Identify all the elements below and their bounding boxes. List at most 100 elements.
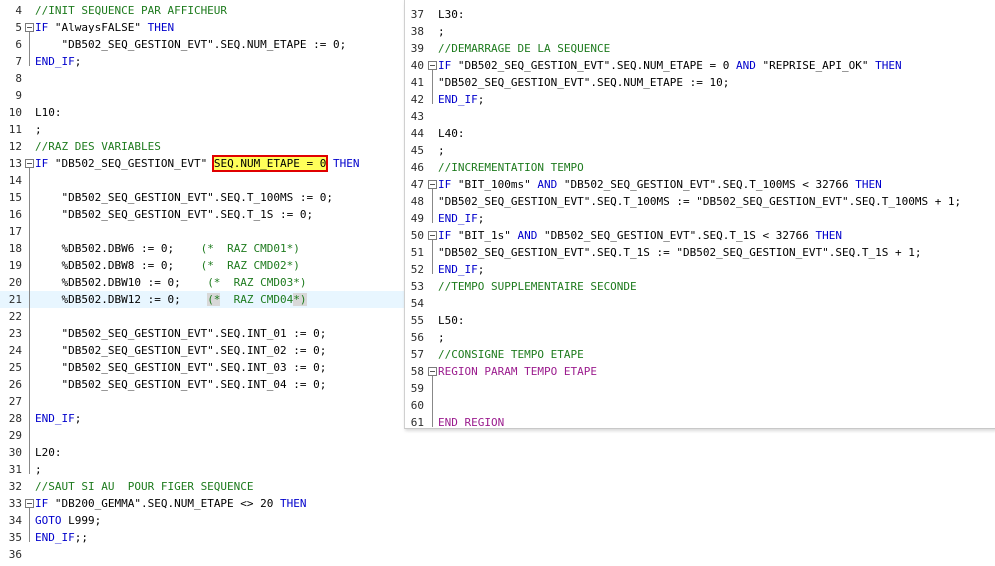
code-line[interactable]: 18 %DB502.DBW6 := 0; (* RAZ CMD01*): [0, 240, 404, 257]
code-text[interactable]: //CONSIGNE TEMPO ETAPE: [438, 346, 584, 363]
code-line[interactable]: 43: [405, 108, 995, 125]
code-line[interactable]: 56;: [405, 329, 995, 346]
code-line[interactable]: 12 //RAZ DES VARIABLES: [0, 138, 404, 155]
code-line[interactable]: 28 END_IF;: [0, 410, 404, 427]
code-text[interactable]: IF "AlwaysFALSE" THEN: [35, 19, 174, 36]
code-text[interactable]: ;: [438, 142, 445, 159]
code-line[interactable]: 46 //INCREMENTATION TEMPO: [405, 159, 995, 176]
code-line[interactable]: 47 IF "BIT_100ms" AND "DB502_SEQ_GESTION_…: [405, 176, 995, 193]
code-text[interactable]: "DB502_SEQ_GESTION_EVT".SEQ.INT_04 := 0;: [35, 376, 326, 393]
code-line[interactable]: 22: [0, 308, 404, 325]
code-text[interactable]: IF "BIT_100ms" AND "DB502_SEQ_GESTION_EV…: [438, 176, 882, 193]
code-text[interactable]: L50:: [438, 312, 465, 329]
code-line[interactable]: 21 %DB502.DBW12 := 0; (* RAZ CMD04*): [0, 291, 404, 308]
code-text[interactable]: "DB502_SEQ_GESTION_EVT".SEQ.T_1S := 0;: [35, 206, 313, 223]
code-line[interactable]: 51 "DB502_SEQ_GESTION_EVT".SEQ.T_1S := "D…: [405, 244, 995, 261]
code-text[interactable]: %DB502.DBW6 := 0; (* RAZ CMD01*): [35, 240, 299, 257]
code-line[interactable]: 5 IF "AlwaysFALSE" THEN: [0, 19, 404, 36]
highlighted-expression[interactable]: SEQ.NUM_ETAPE = 0: [211, 155, 329, 172]
code-text[interactable]: %DB502.DBW12 := 0; (* RAZ CMD04*): [35, 291, 307, 308]
code-line[interactable]: 48 "DB502_SEQ_GESTION_EVT".SEQ.T_100MS :=…: [405, 193, 995, 210]
code-line[interactable]: 40 IF "DB502_SEQ_GESTION_EVT".SEQ.NUM_ETA…: [405, 57, 995, 74]
code-text[interactable]: END_IF;: [438, 210, 484, 227]
code-line[interactable]: 14: [0, 172, 404, 189]
code-line[interactable]: 23 "DB502_SEQ_GESTION_EVT".SEQ.INT_01 :=…: [0, 325, 404, 342]
code-line[interactable]: 58 REGION PARAM TEMPO ETAPE: [405, 363, 995, 380]
code-line[interactable]: 26 "DB502_SEQ_GESTION_EVT".SEQ.INT_04 :=…: [0, 376, 404, 393]
code-text[interactable]: GOTO L999;: [35, 512, 101, 529]
code-text[interactable]: REGION PARAM TEMPO ETAPE: [438, 363, 597, 380]
code-text[interactable]: END_IF;: [438, 91, 484, 108]
code-text[interactable]: //TEMPO SUPPLEMENTAIRE SECONDE: [438, 278, 637, 295]
code-line[interactable]: 41 "DB502_SEQ_GESTION_EVT".SEQ.NUM_ETAPE …: [405, 74, 995, 91]
code-line[interactable]: 35 END_IF;;: [0, 529, 404, 546]
code-line[interactable]: 54: [405, 295, 995, 312]
code-line[interactable]: 7 END_IF;: [0, 53, 404, 70]
code-text[interactable]: "DB502_SEQ_GESTION_EVT".SEQ.NUM_ETAPE :=…: [438, 74, 729, 91]
code-line[interactable]: 6 "DB502_SEQ_GESTION_EVT".SEQ.NUM_ETAPE …: [0, 36, 404, 53]
code-text[interactable]: L40:: [438, 125, 465, 142]
code-text[interactable]: L10:: [35, 104, 62, 121]
fold-toggle-icon[interactable]: [25, 499, 34, 508]
code-line[interactable]: 53 //TEMPO SUPPLEMENTAIRE SECONDE: [405, 278, 995, 295]
code-line[interactable]: 36: [0, 546, 404, 563]
code-text[interactable]: //INCREMENTATION TEMPO: [438, 159, 584, 176]
code-text[interactable]: "DB502_SEQ_GESTION_EVT".SEQ.NUM_ETAPE :=…: [35, 36, 346, 53]
code-text[interactable]: "DB502_SEQ_GESTION_EVT".SEQ.INT_03 := 0;: [35, 359, 326, 376]
code-line[interactable]: 61 END_REGION: [405, 414, 995, 428]
code-text[interactable]: "DB502_SEQ_GESTION_EVT".SEQ.T_1S := "DB5…: [438, 244, 921, 261]
code-line[interactable]: 38;: [405, 23, 995, 40]
code-text[interactable]: //DEMARRAGE DE LA SEQUENCE: [438, 40, 610, 57]
code-text[interactable]: IF "BIT_1s" AND "DB502_SEQ_GESTION_EVT".…: [438, 227, 842, 244]
code-text[interactable]: ;: [35, 121, 42, 138]
code-line[interactable]: 50 IF "BIT_1s" AND "DB502_SEQ_GESTION_EVT…: [405, 227, 995, 244]
code-line[interactable]: 8: [0, 70, 404, 87]
code-text[interactable]: L30:: [438, 6, 465, 23]
code-line[interactable]: 37 L30:: [405, 6, 995, 23]
code-line[interactable]: 33 IF "DB200_GEMMA".SEQ.NUM_ETAPE <> 20 T…: [0, 495, 404, 512]
code-text[interactable]: //RAZ DES VARIABLES: [35, 138, 161, 155]
code-text[interactable]: //SAUT SI AU POUR FIGER SEQUENCE: [35, 478, 254, 495]
code-line[interactable]: 20 %DB502.DBW10 := 0; (* RAZ CMD03*): [0, 274, 404, 291]
fold-toggle-icon[interactable]: [428, 180, 437, 189]
code-text[interactable]: END_IF;: [438, 261, 484, 278]
code-line[interactable]: 39 //DEMARRAGE DE LA SEQUENCE: [405, 40, 995, 57]
code-line[interactable]: 49 END_IF;: [405, 210, 995, 227]
code-line[interactable]: 15 "DB502_SEQ_GESTION_EVT".SEQ.T_100MS :…: [0, 189, 404, 206]
code-text[interactable]: END_IF;;: [35, 529, 88, 546]
fold-toggle-icon[interactable]: [25, 159, 34, 168]
fold-toggle-icon[interactable]: [428, 367, 437, 376]
code-line[interactable]: 57 //CONSIGNE TEMPO ETAPE: [405, 346, 995, 363]
code-line[interactable]: 13 IF "DB502_SEQ_GESTION_EVT" SEQ.NUM_ETA…: [0, 155, 404, 172]
code-text[interactable]: %DB502.DBW8 := 0; (* RAZ CMD02*): [35, 257, 299, 274]
code-line[interactable]: 42 END_IF;: [405, 91, 995, 108]
code-line[interactable]: 10 L10:: [0, 104, 404, 121]
code-text[interactable]: "DB502_SEQ_GESTION_EVT".SEQ.INT_01 := 0;: [35, 325, 326, 342]
code-text[interactable]: END_IF;: [35, 53, 81, 70]
code-text[interactable]: %DB502.DBW10 := 0; (* RAZ CMD03*): [35, 274, 306, 291]
code-text[interactable]: IF "DB200_GEMMA".SEQ.NUM_ETAPE <> 20 THE…: [35, 495, 307, 512]
code-line[interactable]: 4 //INIT SEQUENCE PAR AFFICHEUR: [0, 2, 404, 19]
code-line[interactable]: 55 L50:: [405, 312, 995, 329]
code-line[interactable]: 44 L40:: [405, 125, 995, 142]
code-line[interactable]: 9: [0, 87, 404, 104]
right-editor-pane[interactable]: 37 L30: 38; 39//DEMARRAGE DE LA SEQUENCE 40 I…: [404, 0, 995, 429]
code-line[interactable]: 59: [405, 380, 995, 397]
code-text[interactable]: IF "DB502_SEQ_GESTION_EVT" SEQ.NUM_ETAPE…: [35, 155, 360, 172]
code-line[interactable]: 11;: [0, 121, 404, 138]
code-line[interactable]: 31;: [0, 461, 404, 478]
code-text[interactable]: END_REGION: [438, 414, 504, 428]
fold-toggle-icon[interactable]: [428, 61, 437, 70]
code-line[interactable]: 17: [0, 223, 404, 240]
code-text[interactable]: L20:: [35, 444, 62, 461]
code-text[interactable]: //INIT SEQUENCE PAR AFFICHEUR: [35, 2, 227, 19]
code-line[interactable]: 24 "DB502_SEQ_GESTION_EVT".SEQ.INT_02 :=…: [0, 342, 404, 359]
code-line[interactable]: 19 %DB502.DBW8 := 0; (* RAZ CMD02*): [0, 257, 404, 274]
code-line[interactable]: 30 L20:: [0, 444, 404, 461]
code-text[interactable]: "DB502_SEQ_GESTION_EVT".SEQ.INT_02 := 0;: [35, 342, 326, 359]
code-line[interactable]: 16 "DB502_SEQ_GESTION_EVT".SEQ.T_1S := 0…: [0, 206, 404, 223]
fold-toggle-icon[interactable]: [25, 23, 34, 32]
fold-toggle-icon[interactable]: [428, 231, 437, 240]
code-text[interactable]: "DB502_SEQ_GESTION_EVT".SEQ.T_100MS := "…: [438, 193, 961, 210]
code-text[interactable]: ;: [438, 23, 445, 40]
